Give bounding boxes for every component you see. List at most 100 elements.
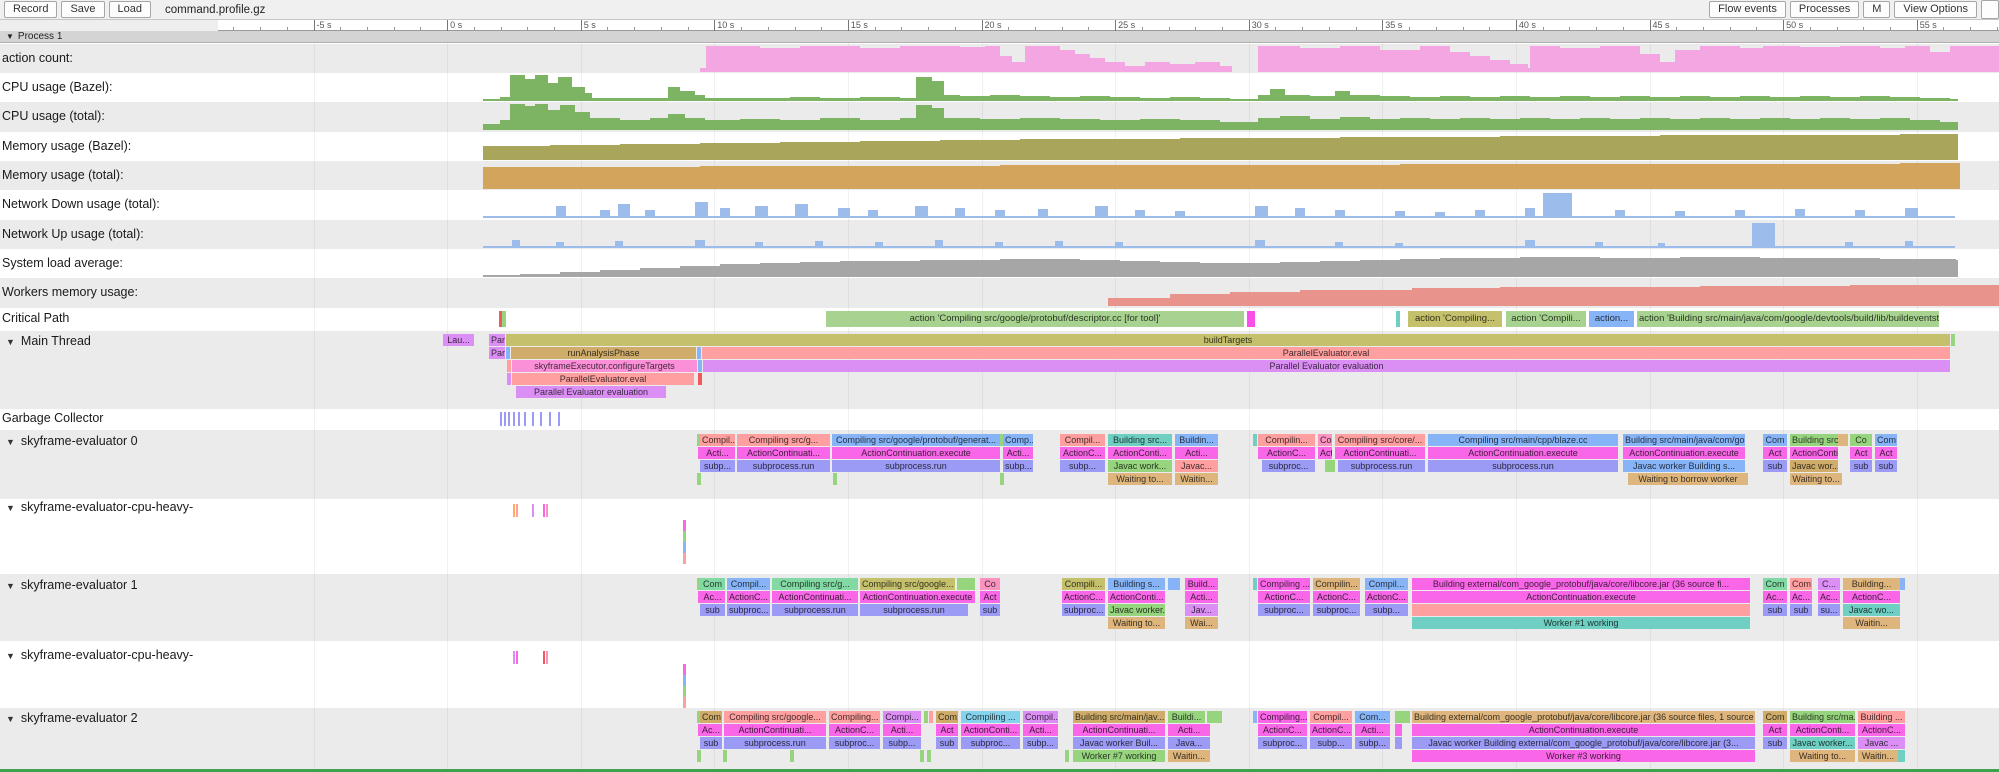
trace-event-sliver[interactable] xyxy=(1207,711,1222,723)
trace-event-bar[interactable]: Ac... xyxy=(1790,591,1812,603)
gc-event-tick[interactable] xyxy=(518,412,520,426)
trace-event-bar[interactable]: Compil... xyxy=(1023,711,1058,723)
trace-event-bar[interactable]: action... xyxy=(1589,311,1634,327)
track-label[interactable]: ▼skyframe-evaluator-cpu-heavy- xyxy=(6,648,193,662)
gc-event-tick[interactable] xyxy=(532,412,534,426)
trace-event-bar[interactable]: ActionContinuati... xyxy=(1335,447,1425,459)
trace-event-bar[interactable]: Javac worker Buil... xyxy=(1073,737,1165,749)
trace-event-bar[interactable]: ActionC... xyxy=(1258,447,1315,459)
trace-event-bar[interactable]: ActionC... xyxy=(727,591,770,603)
trace-event-bar[interactable]: subp... xyxy=(1003,460,1033,472)
trace-event-bar[interactable]: Compiling src/google... xyxy=(860,578,955,590)
trace-event-bar[interactable]: sub xyxy=(1763,460,1787,472)
trace-event-bar[interactable]: Building src/main/java/com/go... xyxy=(1623,434,1745,446)
cpu-heavy-event-tick[interactable] xyxy=(516,504,518,517)
trace-event-bar[interactable]: ActionContinuation.execute xyxy=(1412,591,1750,603)
trace-event-bar[interactable]: Javac... xyxy=(1175,460,1218,472)
trace-event-bar[interactable]: Waitin... xyxy=(1858,750,1898,762)
trace-event-sliver[interactable] xyxy=(698,360,702,372)
trace-event-bar[interactable]: ActionContinuati... xyxy=(724,724,826,736)
trace-event-bar[interactable]: Wai... xyxy=(1185,617,1218,629)
cpu-heavy-event-tick[interactable] xyxy=(546,504,548,517)
trace-event-bar[interactable]: Javac work... xyxy=(1108,460,1172,472)
trace-event-bar[interactable]: ActionContinuation.execute xyxy=(832,447,1000,459)
trace-event-bar[interactable]: Act xyxy=(1850,447,1872,459)
trace-event-bar[interactable]: Compiling src/google/protobuf/generat... xyxy=(832,434,1000,446)
trace-event-bar[interactable]: Compi... xyxy=(883,711,921,723)
trace-event-bar[interactable]: ActionConti... xyxy=(1790,447,1838,459)
gc-event-tick[interactable] xyxy=(508,412,510,426)
trace-event-bar[interactable]: Parallel Evaluator evaluation xyxy=(703,360,1950,372)
trace-event-bar[interactable]: sub xyxy=(700,737,722,749)
trace-event-bar[interactable]: action 'Building src/main/java/com/googl… xyxy=(1637,311,1939,327)
trace-event-bar[interactable]: Building s... xyxy=(1108,578,1165,590)
trace-event-bar[interactable]: subproc... xyxy=(829,737,880,749)
trace-event-bar[interactable]: subprocess.run xyxy=(772,604,858,616)
track-label[interactable]: ▼skyframe-evaluator 0 xyxy=(6,434,138,448)
cpu-heavy-event-sliver[interactable] xyxy=(683,520,686,531)
gc-event-tick[interactable] xyxy=(504,412,506,426)
trace-event-sliver[interactable] xyxy=(723,750,727,762)
trace-event-bar[interactable]: Javac wor... xyxy=(1790,460,1838,472)
trace-event-bar[interactable]: Act xyxy=(936,724,958,736)
track-label[interactable]: ▼skyframe-evaluator-cpu-heavy- xyxy=(6,500,193,514)
trace-event-bar[interactable]: Ac... xyxy=(700,591,725,603)
collapse-arrow-icon[interactable]: ▼ xyxy=(6,437,15,447)
track-label[interactable]: Critical Path xyxy=(2,311,69,325)
trace-event-bar[interactable]: Building... xyxy=(1843,578,1900,590)
cpu-heavy-event-tick[interactable] xyxy=(513,504,515,517)
trace-event-bar[interactable]: Compili... xyxy=(1062,578,1105,590)
trace-event-bar[interactable]: Acti... xyxy=(1023,724,1058,736)
track-label[interactable]: ▼Main Thread xyxy=(6,334,91,348)
trace-event-sliver[interactable] xyxy=(1065,750,1069,762)
trace-event-sliver[interactable] xyxy=(502,311,506,327)
trace-event-bar[interactable]: subproc... xyxy=(1062,604,1105,616)
trace-event-bar[interactable]: subp... xyxy=(1365,604,1408,616)
trace-event-sliver[interactable] xyxy=(507,360,511,372)
trace-event-bar[interactable]: Java... xyxy=(1168,737,1210,749)
gc-event-tick[interactable] xyxy=(513,412,515,426)
trace-event-bar[interactable]: Jav... xyxy=(1185,604,1218,616)
trace-event-bar[interactable]: sub xyxy=(1875,460,1897,472)
gc-event-tick[interactable] xyxy=(549,412,551,426)
trace-event-bar[interactable]: ActionC... xyxy=(1843,591,1900,603)
trace-event-bar[interactable]: Javac worker... xyxy=(1790,737,1855,749)
trace-event-bar[interactable]: Act xyxy=(980,591,1000,603)
trace-event-sliver[interactable] xyxy=(790,750,794,762)
counter-chart-network-up-usage-total-[interactable] xyxy=(0,221,1999,248)
counter-chart-system-load-average[interactable] xyxy=(0,250,1999,277)
trace-event-bar[interactable]: ActionContinuati... xyxy=(1073,724,1165,736)
trace-event-bar[interactable]: subproc... xyxy=(1262,460,1315,472)
trace-event-sliver[interactable] xyxy=(1253,711,1257,723)
trace-event-bar[interactable]: ActionC... xyxy=(829,724,880,736)
trace-event-bar[interactable]: ActionConti... xyxy=(961,724,1020,736)
trace-event-bar[interactable]: subproc... xyxy=(1313,604,1360,616)
trace-event-bar[interactable]: Ac... xyxy=(700,724,722,736)
cpu-heavy-event-sliver[interactable] xyxy=(683,553,686,564)
trace-event-bar[interactable]: Acti... xyxy=(700,447,735,459)
trace-event-bar[interactable]: Compiling src/core/... xyxy=(1335,434,1425,446)
trace-event-bar[interactable]: ActionContinuati... xyxy=(737,447,830,459)
trace-event-bar[interactable]: Waitin... xyxy=(1175,473,1218,485)
trace-event-bar[interactable]: Act xyxy=(1318,447,1332,459)
trace-event-sliver[interactable] xyxy=(1253,434,1257,446)
trace-event-bar[interactable]: subp... xyxy=(1310,737,1352,749)
trace-event-bar[interactable]: Compiling src/google... xyxy=(724,711,826,723)
trace-event-bar[interactable]: sub xyxy=(1850,460,1872,472)
track-label[interactable]: ▼skyframe-evaluator 1 xyxy=(6,578,138,592)
trace-event-bar[interactable]: Act xyxy=(1875,447,1897,459)
trace-event-bar[interactable]: ActionC... xyxy=(1310,724,1352,736)
trace-event-bar[interactable]: Acti... xyxy=(1168,724,1210,736)
gc-event-tick[interactable] xyxy=(540,412,542,426)
trace-event-bar[interactable]: subp... xyxy=(700,460,735,472)
trace-event-sliver[interactable] xyxy=(1412,604,1750,616)
trace-event-bar[interactable]: Compilin... xyxy=(1313,578,1360,590)
trace-event-bar[interactable]: skyframeExecutor.configureTargets xyxy=(512,360,697,372)
trace-event-bar[interactable]: sub xyxy=(936,737,958,749)
trace-event-bar[interactable]: ParallelEvaluator.eval xyxy=(512,373,694,385)
trace-event-bar[interactable]: Building ... xyxy=(1858,711,1905,723)
counter-chart-workers-memory-usage[interactable] xyxy=(0,279,1999,306)
cpu-heavy-event-tick[interactable] xyxy=(513,651,515,664)
trace-event-sliver[interactable] xyxy=(1247,311,1255,327)
trace-event-bar[interactable]: Waiting to... xyxy=(1108,617,1165,629)
